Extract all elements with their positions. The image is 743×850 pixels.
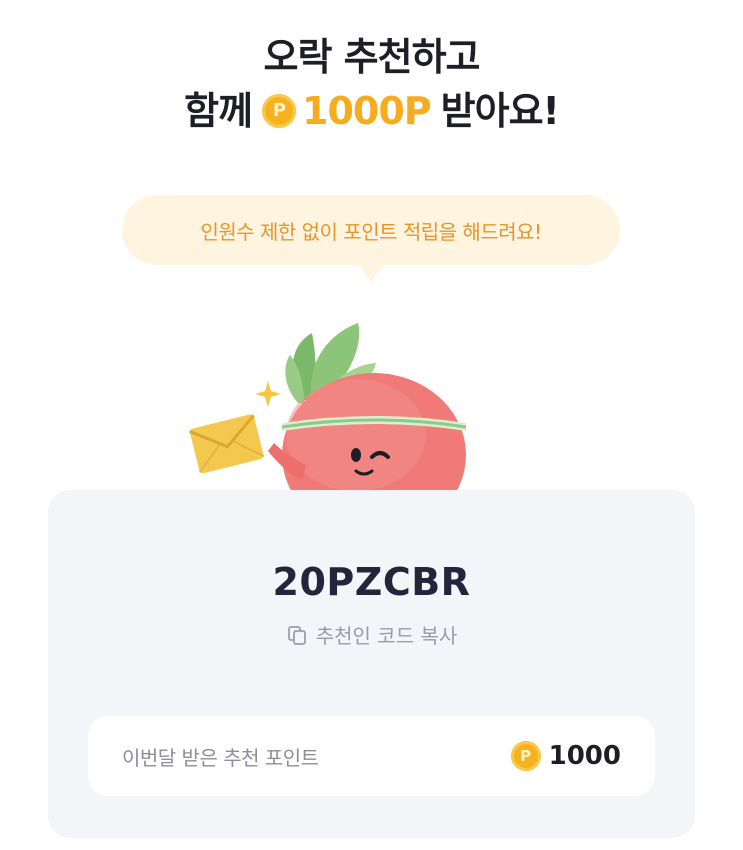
speech-bubble-text: 인원수 제한 없이 포인트 적립을 해드려요! [200, 219, 542, 244]
point-coin-icon: P [510, 741, 541, 771]
copy-referral-code-label: 추천인 코드 복사 [315, 624, 458, 648]
radish-mascot-illustration [189, 323, 467, 495]
headline-title: 오락 추천하고 [263, 35, 481, 79]
monthly-points-value: P 1000 [510, 741, 621, 771]
referral-card: 20PZCBR 추천인 코드 복사 이번달 받은 추천 포인트 P 1000 [48, 490, 695, 838]
copy-icon [287, 625, 306, 645]
headline-prefix: 함께 [184, 89, 253, 133]
speech-bubble-tail [358, 264, 384, 282]
monthly-points-row: 이번달 받은 추천 포인트 P 1000 [88, 716, 655, 796]
monthly-points-label: 이번달 받은 추천 포인트 [122, 745, 319, 770]
point-coin-icon: P [262, 94, 297, 128]
headline-suffix: 받아요! [440, 89, 560, 133]
headline-line-2: 함께 P 1000P 받아요! [0, 84, 743, 138]
headline: 오락 추천하고 함께 P 1000P 받아요! [0, 30, 743, 138]
headline-amount: 1000P [302, 89, 432, 133]
monthly-points-amount: 1000 [548, 741, 621, 771]
speech-bubble: 인원수 제한 없이 포인트 적립을 해드려요! [122, 195, 620, 265]
headline-line-1: 오락 추천하고 [0, 30, 743, 84]
copy-referral-code-button[interactable]: 추천인 코드 복사 [48, 620, 695, 649]
sparkle-icon [255, 381, 281, 407]
referral-code: 20PZCBR [272, 560, 471, 604]
